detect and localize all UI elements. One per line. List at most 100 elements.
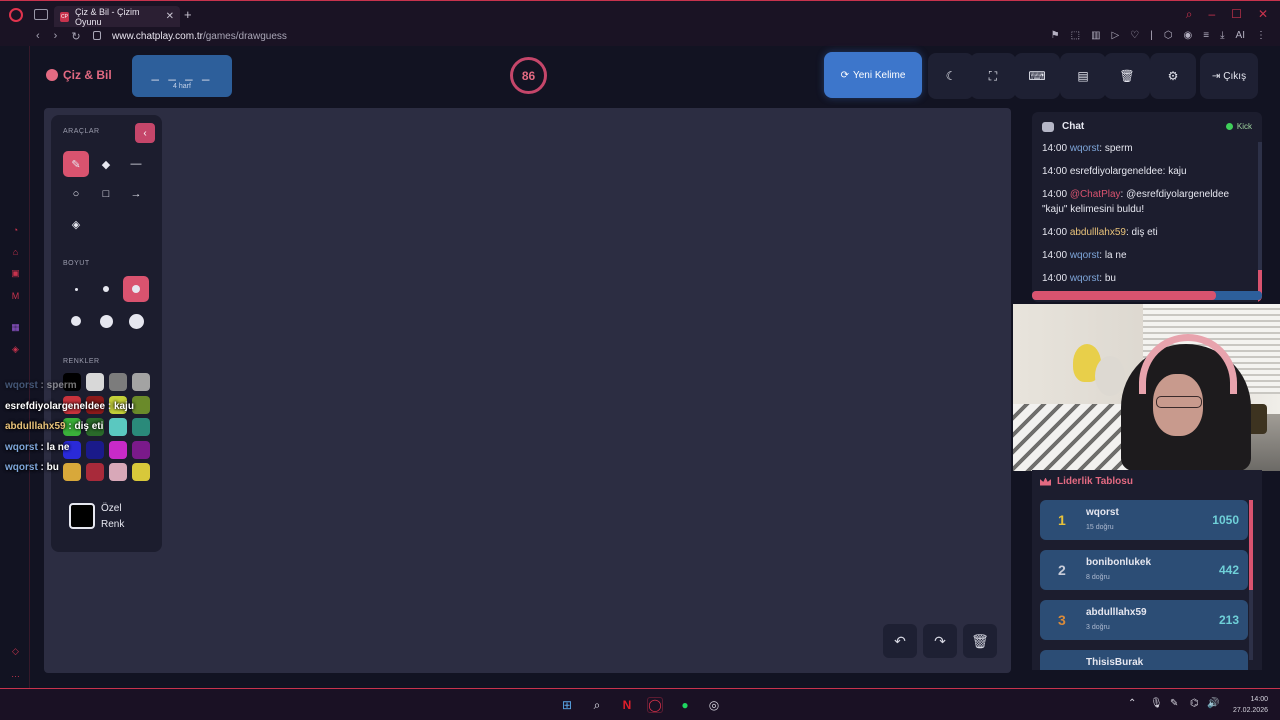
keyboard-button[interactable]: ⌨ xyxy=(1014,53,1060,99)
extensions-icon[interactable]: ⬡ xyxy=(1164,30,1173,41)
browser-tab[interactable]: CP Çiz & Bil - Çizim Oyunu ✕ xyxy=(54,6,180,27)
size-2[interactable] xyxy=(93,276,119,302)
rectangle-tool[interactable]: □ xyxy=(93,181,119,207)
download-icon[interactable]: ⤓ xyxy=(1220,30,1224,41)
heart-icon[interactable]: ♡ xyxy=(1130,30,1139,41)
delete-button[interactable]: 🗑 xyxy=(1104,53,1150,99)
workspaces-icon[interactable] xyxy=(34,9,48,20)
snapshot-icon[interactable]: ⬚ xyxy=(1071,30,1080,41)
color-swatch[interactable] xyxy=(132,395,150,414)
microphone-icon[interactable]: 🎙 xyxy=(1150,698,1163,709)
fill-tool[interactable]: ◈ xyxy=(63,211,89,237)
leaderboard-scroll-thumb[interactable] xyxy=(1249,500,1253,590)
arrow-tool[interactable]: → xyxy=(123,181,149,207)
circle-tool[interactable]: ○ xyxy=(63,181,89,207)
chat-text: : diş eti xyxy=(1125,227,1158,238)
fullscreen-button[interactable]: ⛶ xyxy=(970,53,1016,99)
size-3[interactable] xyxy=(123,276,149,302)
leaderboard-header: Liderlik Tablosu xyxy=(1040,476,1133,487)
maximize-icon[interactable]: ☐ xyxy=(1231,7,1242,22)
forward-icon[interactable]: › xyxy=(54,30,58,43)
color-swatch[interactable] xyxy=(132,440,150,459)
settings-button[interactable]: ⚙ xyxy=(1150,53,1196,99)
messenger-icon[interactable]: ▣ xyxy=(10,268,21,279)
shopping-icon[interactable]: ⌂ xyxy=(10,246,21,257)
leaderboard-row: ThisisBurak xyxy=(1040,650,1248,670)
leaderboard-name: bonibonlukek xyxy=(1086,557,1151,568)
chat-user[interactable]: abdulllahx59 xyxy=(1070,227,1126,238)
chat-time: 14:00 xyxy=(1042,250,1068,261)
chat-user[interactable]: @ChatPlay xyxy=(1070,189,1121,200)
opera-gx-icon[interactable]: ◯ xyxy=(647,697,663,713)
ai-button[interactable]: AI xyxy=(1236,30,1245,41)
app-logo[interactable]: Çiz & Bil xyxy=(46,68,112,82)
chat-user[interactable]: wqorst xyxy=(1070,250,1099,261)
leaderboard-correct-count: 8 doğru xyxy=(1086,574,1110,581)
netflix-icon[interactable]: N xyxy=(619,697,635,713)
spotify-icon[interactable]: ● xyxy=(677,697,693,713)
archive-button[interactable]: ▤ xyxy=(1060,53,1106,99)
volume-icon[interactable]: 🔊 xyxy=(1207,698,1219,709)
chat-user[interactable]: wqorst xyxy=(1070,273,1099,284)
sidebar-toggle-icon[interactable]: ▥ xyxy=(1091,30,1100,41)
line-tool[interactable]: — xyxy=(123,151,149,177)
twitch-icon[interactable]: ▦ xyxy=(10,322,21,333)
new-tab-icon[interactable]: + xyxy=(184,7,192,22)
system-clock[interactable]: 14:00 27.02.2026 xyxy=(1233,694,1268,716)
dark-mode-button[interactable]: ☾ xyxy=(928,53,974,99)
opera-menu-icon[interactable] xyxy=(9,8,23,22)
app-icon[interactable]: ◎ xyxy=(706,697,722,713)
play-icon[interactable]: ▷ xyxy=(1112,30,1120,41)
lock-icon[interactable] xyxy=(93,31,101,40)
drawing-canvas[interactable] xyxy=(44,108,1011,673)
color-swatch[interactable] xyxy=(132,463,150,481)
exit-button[interactable]: ⇥ Çıkış xyxy=(1200,53,1258,99)
color-swatch[interactable] xyxy=(132,418,150,436)
back-icon[interactable]: ‹ xyxy=(36,30,40,43)
search-tabs-icon[interactable]: ⌕ xyxy=(1186,7,1193,22)
chat-user[interactable]: esrefdiyolargeneldee xyxy=(1070,166,1163,177)
more-sidebar-icon[interactable]: … xyxy=(10,668,21,679)
minimize-icon[interactable]: – xyxy=(1208,7,1215,22)
size-4[interactable] xyxy=(63,308,89,334)
more-icon[interactable]: ⋮ xyxy=(1256,30,1266,41)
collapse-panel-button[interactable]: ‹ xyxy=(135,123,155,143)
undo-button[interactable]: ↶ xyxy=(883,624,917,658)
leaderboard-panel: Liderlik Tablosu 1 wqorst 15 doğru 1050 2 bon… xyxy=(1032,470,1262,670)
trash-icon: 🗑 xyxy=(1119,69,1135,83)
custom-color-picker[interactable] xyxy=(69,503,95,529)
url-field[interactable]: www.chatplay.com.tr/games/drawguess xyxy=(112,31,287,42)
redo-button[interactable]: ↷ xyxy=(923,624,957,658)
brush-tool[interactable]: ✎ xyxy=(63,151,89,177)
size-5[interactable] xyxy=(93,308,119,334)
ublock-icon[interactable]: ◈ xyxy=(10,344,21,355)
palette-icon xyxy=(46,69,58,81)
pen-icon[interactable]: ✎ xyxy=(1170,698,1178,709)
chat-user[interactable]: wqorst xyxy=(1070,143,1099,154)
mail-icon[interactable]: M xyxy=(10,290,21,301)
eraser-tool[interactable]: ◆ xyxy=(93,151,119,177)
network-icon[interactable]: ⌬ xyxy=(1190,698,1199,709)
close-window-icon[interactable]: ✕ xyxy=(1258,7,1268,22)
color-swatch[interactable] xyxy=(132,373,150,391)
tab-close-icon[interactable]: ✕ xyxy=(166,11,174,22)
size-1[interactable] xyxy=(63,276,89,302)
overlay-chat-line: abdulllahx59 : diş eti xyxy=(5,421,104,433)
size-6[interactable] xyxy=(123,308,149,334)
gx-icon[interactable]: ◇ xyxy=(10,646,21,657)
profile-icon[interactable]: ◉ xyxy=(1184,30,1193,41)
chat-text: : kaju xyxy=(1162,166,1187,177)
tray-chevron-icon[interactable]: ⌃ xyxy=(1128,698,1136,709)
bookmark-icon[interactable]: ⚑ xyxy=(1051,30,1060,41)
clock-date: 27.02.2026 xyxy=(1232,707,1268,714)
menu-icon[interactable]: ≡ xyxy=(1203,30,1209,41)
speed-dial-icon[interactable]: ◔ xyxy=(10,224,21,235)
search-icon[interactable]: ⌕ xyxy=(589,697,605,713)
new-word-button[interactable]: ⟳ Yeni Kelime xyxy=(824,52,922,98)
leaderboard-rank: 3 xyxy=(1058,612,1066,628)
clear-canvas-button[interactable]: 🗑 xyxy=(963,624,997,658)
chat-time: 14:00 xyxy=(1042,273,1068,284)
overlay-chat-text: sperm xyxy=(46,380,77,391)
reload-icon[interactable]: ↻ xyxy=(71,30,80,43)
start-icon[interactable]: ⊞ xyxy=(559,697,575,713)
